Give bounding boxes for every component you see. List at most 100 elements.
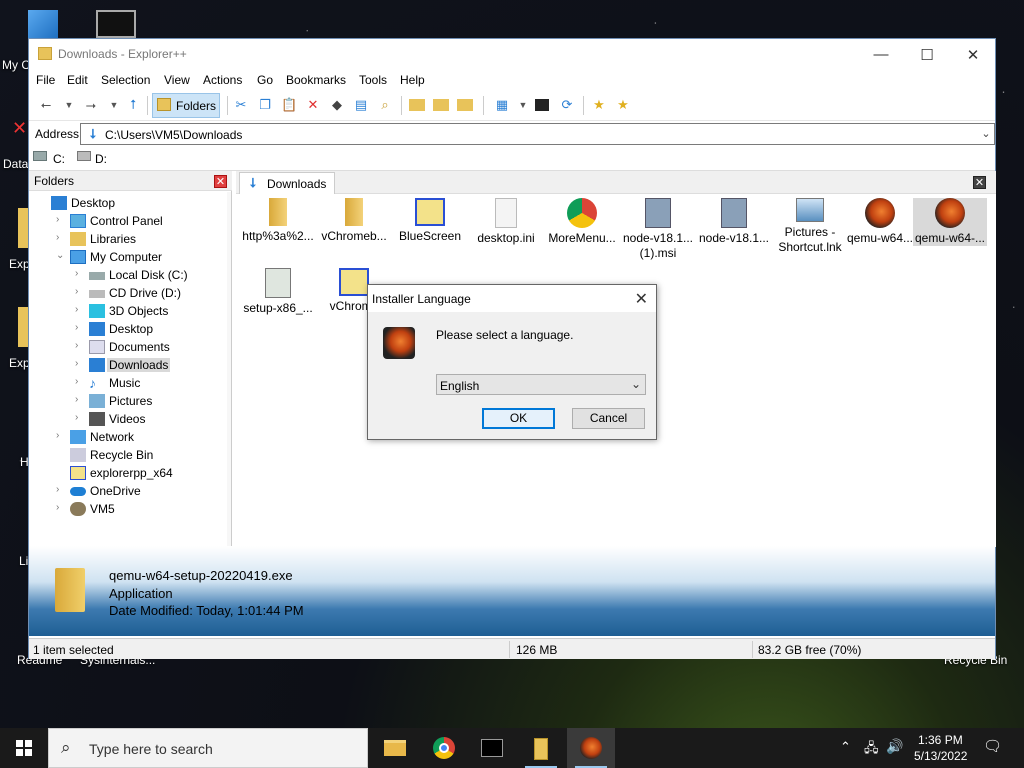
desktop-label-data[interactable]: Data [3,157,28,171]
file-item[interactable]: vChromeb... [317,198,391,244]
minimize-button[interactable]: — [858,39,904,70]
file-item[interactable]: node-v18.1... [697,198,771,246]
desktop-label-explorer-1[interactable]: Exp [9,257,30,271]
command-prompt-icon[interactable] [535,99,549,111]
bookmarks-icon[interactable]: ★ [615,97,631,113]
desktop-explorer-folder-icon[interactable] [18,208,28,248]
dialog-title-bar[interactable]: Installer Language ✕ [368,285,656,312]
tree-expander-icon[interactable]: › [75,286,85,297]
cancel-button[interactable]: Cancel [572,408,645,429]
volume-icon[interactable]: 🔊 [886,738,903,755]
menu-tools[interactable]: Tools [359,73,387,87]
file-item[interactable]: Pictures - Shortcut.lnk [773,198,847,255]
back-arrow-icon[interactable]: ⭠ [38,97,54,113]
close-tab-button[interactable]: ✕ [973,176,986,189]
drive-d-button[interactable]: D: [95,152,107,166]
clock-time[interactable]: 1:36 PM [918,733,963,747]
file-item[interactable]: http%3a%2... [241,198,315,244]
copy-to-folder-icon[interactable] [409,99,425,111]
add-bookmark-icon[interactable]: ★ [591,97,607,113]
paste-icon[interactable]: 📋 [281,97,297,113]
desktop-label-explorer-2[interactable]: Exp [9,356,30,370]
tree-expander-icon[interactable]: › [75,376,85,387]
ok-button[interactable]: OK [482,408,555,429]
search-files-icon[interactable]: ⌕ [377,97,393,113]
menu-edit[interactable]: Edit [67,73,88,87]
tree-expander-icon[interactable]: › [75,340,85,351]
views-dropdown-icon[interactable]: ▼ [515,97,531,113]
file-item[interactable]: qemu-w64... [843,198,917,246]
move-to-folder-icon[interactable] [433,99,449,111]
new-folder-icon[interactable] [457,99,473,111]
tree-expander-icon[interactable]: › [56,430,66,441]
file-item[interactable]: MoreMenu... [545,198,619,246]
desktop-label-my-computer[interactable]: My C [2,58,30,72]
dialog-close-button[interactable]: ✕ [635,289,648,309]
folders-toggle-button[interactable]: Folders [152,93,220,118]
file-item[interactable]: BlueScreen [393,198,467,244]
tree-expander-icon[interactable]: › [56,502,66,513]
desktop-recycle-folder-icon[interactable] [28,10,58,38]
show-hidden-icons-chevron-icon[interactable]: ⌃ [840,739,851,755]
back-dropdown-icon[interactable]: ▼ [61,97,77,113]
tree-expander-icon[interactable]: › [56,484,66,495]
menu-bookmarks[interactable]: Bookmarks [286,73,346,87]
tab-downloads[interactable]: ⭣ Downloads [239,172,335,194]
properties-icon[interactable]: ▤ [353,97,369,113]
desktop-explorer2-folder-icon[interactable] [18,307,28,347]
address-input[interactable]: ⭣ C:\Users\VM5\Downloads ⌄ [80,123,995,145]
close-folders-pane-button[interactable]: ✕ [214,175,227,188]
tree-expander-icon[interactable]: › [75,358,85,369]
clock-date[interactable]: 5/13/2022 [914,749,967,763]
network-icon[interactable]: 🖧 [864,739,879,761]
tree-expander-icon[interactable]: › [75,394,85,405]
delete-permanently-icon[interactable]: ◆ [329,97,345,113]
taskbar-chrome[interactable] [420,728,468,768]
chevron-down-icon[interactable]: ⌄ [978,126,994,142]
desktop-label-li[interactable]: Li [19,554,28,568]
menu-selection[interactable]: Selection [101,73,150,87]
taskbar-explorerpp[interactable] [517,728,565,768]
taskbar-qemu-installer[interactable] [567,728,615,768]
menu-go[interactable]: Go [257,73,273,87]
file-item[interactable]: desktop.ini [469,198,543,246]
tree-expander-icon[interactable]: › [75,412,85,423]
forward-arrow-icon[interactable]: ⭢ [83,97,99,113]
tree-expander-icon[interactable]: ⌄ [56,250,66,261]
views-grid-icon[interactable]: ▦ [494,97,510,113]
delete-icon[interactable]: ✕ [305,97,321,113]
desktop-terminal-icon[interactable] [96,10,136,38]
file-item[interactable]: node-v18.1... (1).msi [621,198,695,261]
tree-expander-icon[interactable]: › [56,232,66,243]
language-select[interactable]: English ⌄ [436,374,646,395]
menu-actions[interactable]: Actions [203,73,242,87]
cut-icon[interactable]: ✂ [233,97,249,113]
tree-scrollbar-track[interactable] [227,192,231,547]
menu-help[interactable]: Help [400,73,425,87]
file-item[interactable]: setup-x86_... [241,268,315,316]
taskbar-file-explorer[interactable] [370,728,418,768]
drive-c-button[interactable]: C: [53,152,65,166]
menu-view[interactable]: View [164,73,190,87]
file-item[interactable]: qemu-w64-... [913,198,987,246]
taskbar-search-box[interactable]: ⌕ Type here to search [48,728,368,768]
taskbar-terminal[interactable] [468,728,516,768]
copy-icon[interactable]: ❐ [257,97,273,113]
tree-expander-icon[interactable]: › [75,322,85,333]
tree-expander-icon[interactable]: › [75,304,85,315]
forward-dropdown-icon[interactable]: ▼ [106,97,122,113]
refresh-icon[interactable]: ⟳ [559,97,575,113]
status-bar: 1 item selected 126 MB 83.2 GB free (70%… [29,638,995,659]
up-arrow-icon[interactable]: ⭡ [125,97,141,113]
tree-expander-icon[interactable]: › [56,214,66,225]
music-icon: ♪ [89,375,96,391]
tree-item-label: Local Disk (C:) [109,268,188,282]
start-button[interactable] [0,728,48,768]
maximize-button[interactable]: ☐ [904,39,950,70]
tree-expander-icon[interactable]: › [75,268,85,279]
notifications-icon[interactable]: 🗨 [983,737,1002,755]
menu-file[interactable]: File [36,73,55,87]
title-bar[interactable]: Downloads - Explorer++ — ☐ ✕ [29,39,995,70]
desktop-data-icon[interactable]: ✕ [12,118,28,148]
close-button[interactable]: ✕ [950,39,996,70]
